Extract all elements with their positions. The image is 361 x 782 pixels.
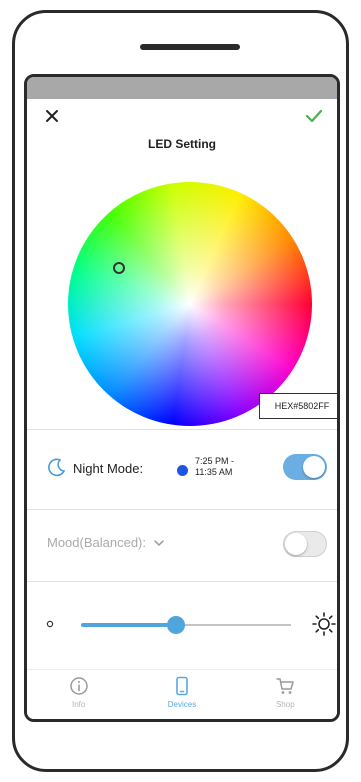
toggle-knob	[285, 533, 307, 555]
night-mode-toggle[interactable]	[283, 454, 327, 480]
nav-item-shop[interactable]: Shop	[245, 676, 325, 709]
brightness-slider-thumb[interactable]	[166, 616, 185, 634]
night-mode-label: Night Mode:	[73, 461, 144, 476]
brightness-high-icon	[312, 612, 336, 636]
chevron-down-icon	[154, 539, 164, 546]
confirm-button[interactable]	[301, 103, 327, 129]
night-mode-row: Night Mode: 7:25 PM - 11:35 AM	[27, 429, 337, 509]
nav-item-label: Shop	[275, 700, 295, 709]
page-title: LED Setting	[148, 137, 216, 151]
brightness-low-icon	[46, 620, 54, 628]
toggle-knob	[303, 456, 325, 478]
color-wheel-marker[interactable]	[113, 262, 125, 274]
nav-item-label: Devices	[167, 700, 197, 709]
night-mode-time-range[interactable]: 7:25 PM - 11:35 AM	[195, 456, 275, 478]
phone-icon	[176, 676, 188, 696]
app-screen: LED Setting HEX#5802FF Night Mode: 7:25 …	[24, 74, 340, 722]
cart-icon	[276, 678, 295, 694]
mood-row: Mood(Balanced):	[27, 509, 337, 581]
nav-item-info[interactable]: Info	[39, 676, 119, 709]
mood-dropdown[interactable]: Mood(Balanced):	[47, 535, 164, 550]
brightness-slider[interactable]	[81, 616, 291, 634]
hex-value-field[interactable]: HEX#5802FF	[259, 393, 337, 419]
status-bar	[27, 77, 337, 99]
mood-toggle[interactable]	[283, 531, 327, 557]
phone-speaker	[140, 44, 240, 50]
mood-label: Mood(Balanced):	[47, 535, 146, 550]
close-icon	[46, 110, 58, 122]
color-wheel[interactable]	[68, 182, 312, 426]
nav-item-label: Info	[71, 700, 86, 709]
brightness-row	[27, 581, 337, 671]
check-icon	[305, 109, 323, 123]
moon-icon	[48, 458, 66, 477]
nav-item-devices[interactable]: Devices	[142, 676, 222, 709]
info-icon	[69, 677, 88, 695]
close-button[interactable]	[41, 105, 63, 127]
night-mode-color-dot[interactable]	[177, 465, 188, 476]
brightness-slider-fill	[81, 623, 176, 627]
bottom-nav: Info Devices Shop	[27, 669, 337, 719]
